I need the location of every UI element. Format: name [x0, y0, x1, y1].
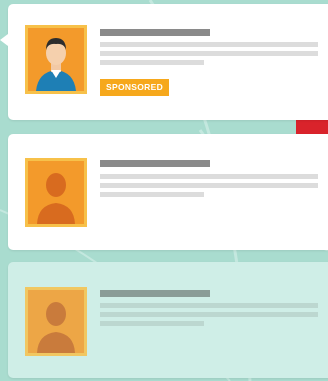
- person-silhouette-icon: [28, 161, 84, 224]
- text-line-placeholder: [100, 183, 318, 188]
- text-line-placeholder: [100, 174, 318, 179]
- text-line-placeholder: [100, 42, 318, 47]
- text-line-placeholder: [100, 60, 204, 65]
- feed-card[interactable]: [8, 262, 328, 378]
- text-line-placeholder: [100, 321, 204, 326]
- speech-notch: [0, 34, 8, 46]
- title-placeholder: [100, 160, 210, 167]
- text-line-placeholder: [100, 51, 318, 56]
- avatar: [25, 287, 87, 356]
- sponsored-badge: SPONSORED: [100, 79, 170, 96]
- title-placeholder: [100, 29, 210, 36]
- text-line-placeholder: [100, 312, 318, 317]
- text-line-placeholder: [100, 192, 204, 197]
- man-avatar-icon: [28, 28, 84, 91]
- feed-card[interactable]: [8, 134, 328, 250]
- person-silhouette-icon: [28, 290, 84, 353]
- avatar: [25, 25, 87, 94]
- title-placeholder: [100, 290, 210, 297]
- avatar: [25, 158, 87, 227]
- sponsored-feed-card[interactable]: SPONSORED: [0, 4, 328, 120]
- text-line-placeholder: [100, 303, 318, 308]
